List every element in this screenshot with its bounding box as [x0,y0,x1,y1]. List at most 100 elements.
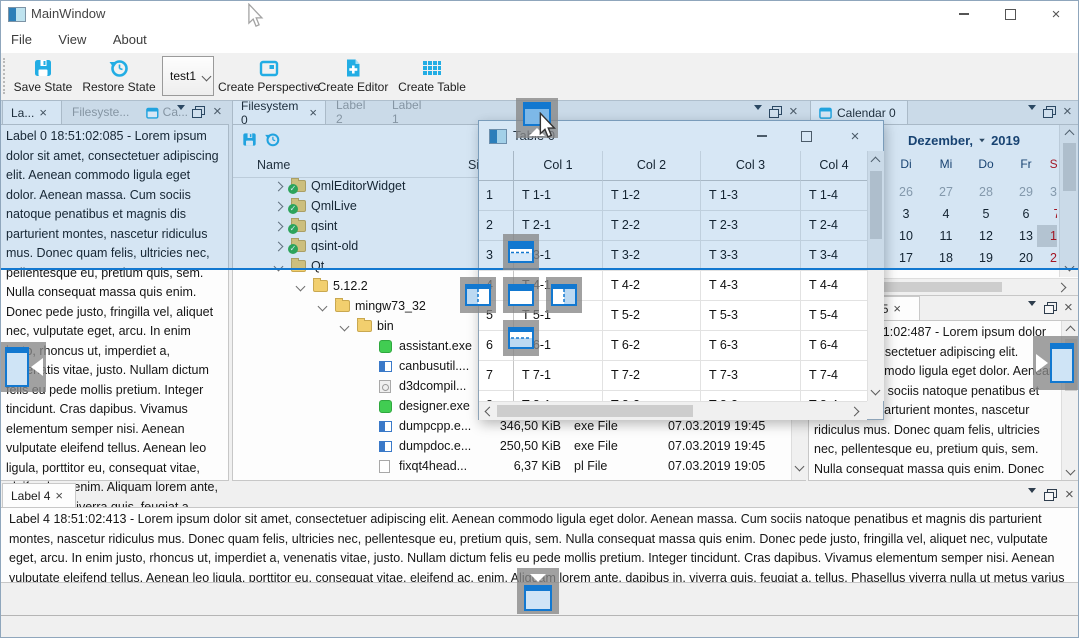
create-perspective-button[interactable]: Create Perspective [216,56,322,100]
file-icon [379,441,392,452]
scroll-down-icon[interactable] [871,386,881,396]
scroll-right-icon[interactable] [1057,283,1067,293]
dock-drop-bottom-edge-indicator[interactable] [517,568,559,614]
minimize-button[interactable] [941,0,987,28]
file-date: 07.03.2019 19:45 [668,439,783,453]
dock-drop-right-indicator[interactable] [546,277,582,313]
collapse-icon[interactable] [318,302,328,312]
tab-label4-text: Label 4 [11,489,50,503]
restore-icon [108,57,130,79]
tree-item[interactable]: dumpcpp.e...346,50 KiBexe File07.03.2019… [233,417,775,437]
maximize-button[interactable] [987,0,1033,28]
file-icon [379,361,392,372]
collapse-icon[interactable] [296,282,306,292]
file-icon [379,400,392,413]
tree-item[interactable]: dumpdoc.e...250,50 KiBexe File07.03.2019… [233,437,775,457]
dock-drop-left-edge-indicator[interactable] [0,342,46,392]
tab-close-icon[interactable]: × [55,488,63,503]
dock-drop-bottom-indicator[interactable] [503,320,539,356]
save-icon [32,57,54,79]
table-cell[interactable]: T 8-2 [603,391,701,401]
scroll-down-icon[interactable] [1066,466,1076,476]
scrollbar-thumb[interactable] [497,405,693,417]
dock-drop-center-indicator[interactable] [503,277,539,313]
tree-item-label: designer.exe [399,399,470,413]
table-row-header[interactable]: 8 [479,391,514,401]
table-cell[interactable]: T 5-3 [701,301,801,331]
table-cell[interactable]: T 7-3 [701,361,801,391]
tree-item-label: canbusutil.... [399,359,469,373]
table-row-header[interactable]: 7 [479,361,514,391]
table-cell[interactable]: T 6-3 [701,331,801,361]
tree-item-label: bin [377,319,394,333]
restore-state-button[interactable]: Restore State [78,56,160,100]
table-cell[interactable]: T 4-2 [603,271,701,301]
toolbar-handle[interactable] [3,58,5,94]
float-icon [1047,489,1057,498]
table-cell[interactable]: T 6-2 [603,331,701,361]
scroll-up-icon[interactable] [1066,326,1076,336]
dock-bottom-edge-icon [517,568,559,614]
file-type: exe File [574,419,654,433]
dock-right-icon [550,281,578,309]
file-icon [379,340,392,353]
label5-float-button[interactable] [1047,302,1057,311]
table-cell[interactable]: T 8-4 [801,391,867,401]
menu-about[interactable]: About [102,28,158,47]
tree-item-label: d3dcompil... [399,379,466,393]
dock-drop-top-indicator[interactable] [503,234,539,270]
create-perspective-label: Create Perspective [218,80,320,94]
scroll-down-icon[interactable] [795,462,805,472]
float-icon [1047,302,1057,311]
table-cell[interactable]: T 7-2 [603,361,701,391]
file-size: 6,37 KiB [473,459,561,473]
scroll-left-icon[interactable] [485,407,495,417]
table-cell[interactable]: T 6-4 [801,331,867,361]
dock-left-icon [464,281,492,309]
label5-close-button[interactable]: × [1064,299,1073,317]
table-hscrollbar[interactable] [479,401,867,420]
minimize-icon [959,13,969,15]
dock-top-icon [507,238,535,266]
tab-label4[interactable]: Label 4 × [2,483,76,507]
close-icon: × [1065,486,1074,503]
perspective-combobox[interactable]: test1 [162,56,214,96]
statusbar-divider [0,615,1079,616]
tree-item-label: dumpdoc.e... [399,439,471,453]
table-cell[interactable]: T 4-3 [701,271,801,301]
folder-icon [357,320,372,332]
dock-drop-right-edge-indicator[interactable] [1033,336,1079,390]
table-cell[interactable]: T 5-2 [603,301,701,331]
table-cell[interactable]: T 7-1 [514,361,603,391]
ghost-cursor [247,3,265,34]
table-cell[interactable]: T 7-4 [801,361,867,391]
table-cell[interactable]: T 5-4 [801,301,867,331]
file-icon [379,460,390,473]
tab-close-icon[interactable]: × [893,301,901,316]
label4-close-button[interactable]: × [1065,486,1074,504]
menu-file[interactable]: File [0,28,43,47]
collapse-icon[interactable] [340,322,350,332]
scroll-right-icon[interactable] [850,407,860,417]
file-size: 346,50 KiB [473,419,561,433]
tree-item[interactable]: fixqt4head...6,37 KiBpl File07.03.2019 1… [233,457,775,477]
dock-drop-left-indicator[interactable] [460,277,496,313]
table-cell[interactable]: T 8-1 [514,391,603,401]
file-type: pl File [574,459,654,473]
file-date: 07.03.2019 19:45 [668,419,783,433]
table-cell[interactable]: T 8-3 [701,391,801,401]
create-table-button[interactable]: Create Table [394,56,470,100]
label4-float-button[interactable] [1047,489,1057,498]
close-button[interactable]: × [1033,0,1079,28]
close-icon: × [1052,7,1061,22]
file-size: 250,50 KiB [473,439,561,453]
menu-view[interactable]: View [47,28,97,47]
menu-bar: File View About [0,28,1079,54]
create-perspective-icon [258,57,280,79]
table-cell[interactable]: T 4-4 [801,271,867,301]
tree-item-label: dumpcpp.e... [399,419,471,433]
tree-item-label: fixqt4head... [399,459,467,473]
save-state-button[interactable]: Save State [10,56,76,100]
scrollbar-corner [867,401,883,419]
create-editor-button[interactable]: Create Editor [312,56,394,100]
